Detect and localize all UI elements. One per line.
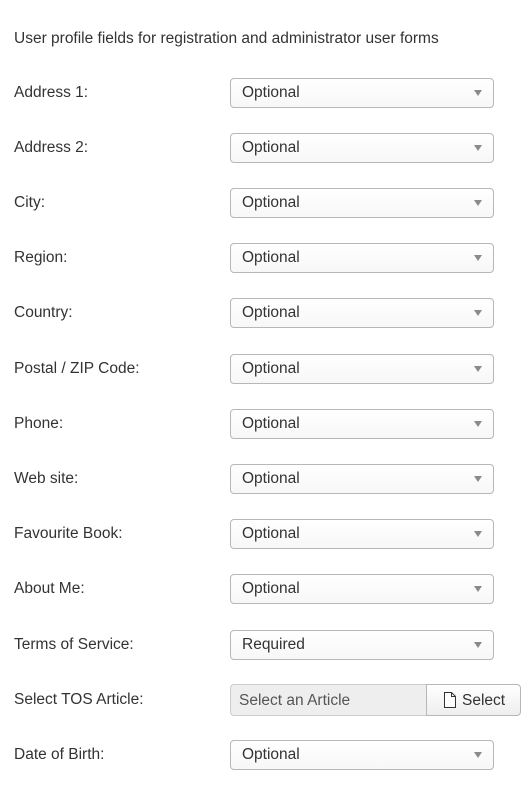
field-row-postal-code: Postal / ZIP Code: Optional [0, 354, 526, 384]
field-label-address1: Address 1: [14, 84, 89, 101]
field-row-tos-article: Select TOS Article: Select an Article Se… [0, 684, 526, 718]
select-value: Optional [242, 746, 300, 763]
caret-down-icon [474, 476, 482, 482]
field-row-website: Web site: Optional [0, 464, 526, 494]
caret-down-icon [474, 421, 482, 427]
profile-fields-form: User profile fields for registration and… [0, 0, 526, 795]
caret-down-icon [474, 255, 482, 261]
field-label-city: City: [14, 194, 45, 211]
select-value: Optional [242, 304, 300, 321]
select-value: Optional [242, 525, 300, 542]
select-value: Optional [242, 470, 300, 487]
field-label-terms-of-service: Terms of Service: [14, 636, 134, 653]
caret-down-icon [474, 366, 482, 372]
caret-down-icon [474, 310, 482, 316]
field-row-phone: Phone: Optional [0, 409, 526, 439]
field-row-address2: Address 2: Optional [0, 133, 526, 163]
favourite-book-select[interactable]: Optional [230, 519, 494, 549]
phone-select[interactable]: Optional [230, 409, 494, 439]
field-row-region: Region: Optional [0, 243, 526, 273]
field-label-address2: Address 2: [14, 139, 89, 156]
select-article-button[interactable]: Select [426, 684, 521, 716]
about-me-select[interactable]: Optional [230, 574, 494, 604]
terms-of-service-select[interactable]: Required [230, 630, 494, 660]
field-row-favourite-book: Favourite Book: Optional [0, 519, 526, 549]
select-button-label: Select [462, 692, 506, 709]
date-of-birth-select[interactable]: Optional [230, 740, 494, 770]
field-label-favourite-book: Favourite Book: [14, 525, 123, 542]
select-value: Optional [242, 415, 300, 432]
field-row-date-of-birth: Date of Birth: Optional [0, 740, 526, 770]
field-row-about-me: About Me: Optional [0, 574, 526, 604]
select-value: Required [242, 636, 305, 653]
tos-article-field[interactable]: Select an Article [230, 684, 426, 716]
tos-article-picker: Select an Article Select [230, 684, 521, 716]
caret-down-icon [474, 145, 482, 151]
address1-select[interactable]: Optional [230, 78, 494, 108]
caret-down-icon [474, 200, 482, 206]
region-select[interactable]: Optional [230, 243, 494, 273]
select-value: Optional [242, 249, 300, 266]
field-label-date-of-birth: Date of Birth: [14, 746, 105, 763]
field-row-terms-of-service: Terms of Service: Required [0, 630, 526, 660]
caret-down-icon [474, 642, 482, 648]
address2-select[interactable]: Optional [230, 133, 494, 163]
country-select[interactable]: Optional [230, 298, 494, 328]
website-select[interactable]: Optional [230, 464, 494, 494]
field-label-postal-code: Postal / ZIP Code: [14, 360, 140, 377]
select-value: Optional [242, 194, 300, 211]
select-value: Optional [242, 84, 300, 101]
field-label-tos-article: Select TOS Article: [14, 691, 144, 708]
field-label-country: Country: [14, 304, 73, 321]
select-value: Optional [242, 139, 300, 156]
caret-down-icon [474, 531, 482, 537]
field-label-website: Web site: [14, 470, 79, 487]
field-label-phone: Phone: [14, 415, 64, 432]
caret-down-icon [474, 586, 482, 592]
city-select[interactable]: Optional [230, 188, 494, 218]
form-description: User profile fields for registration and… [14, 30, 439, 47]
field-row-country: Country: Optional [0, 298, 526, 328]
field-row-address1: Address 1: Optional [0, 78, 526, 108]
field-label-about-me: About Me: [14, 580, 85, 597]
caret-down-icon [474, 752, 482, 758]
select-value: Optional [242, 580, 300, 597]
select-value: Optional [242, 360, 300, 377]
field-row-city: City: Optional [0, 188, 526, 218]
caret-down-icon [474, 90, 482, 96]
field-label-region: Region: [14, 249, 68, 266]
file-icon [443, 692, 457, 713]
postal-code-select[interactable]: Optional [230, 354, 494, 384]
tos-article-placeholder: Select an Article [239, 692, 351, 709]
